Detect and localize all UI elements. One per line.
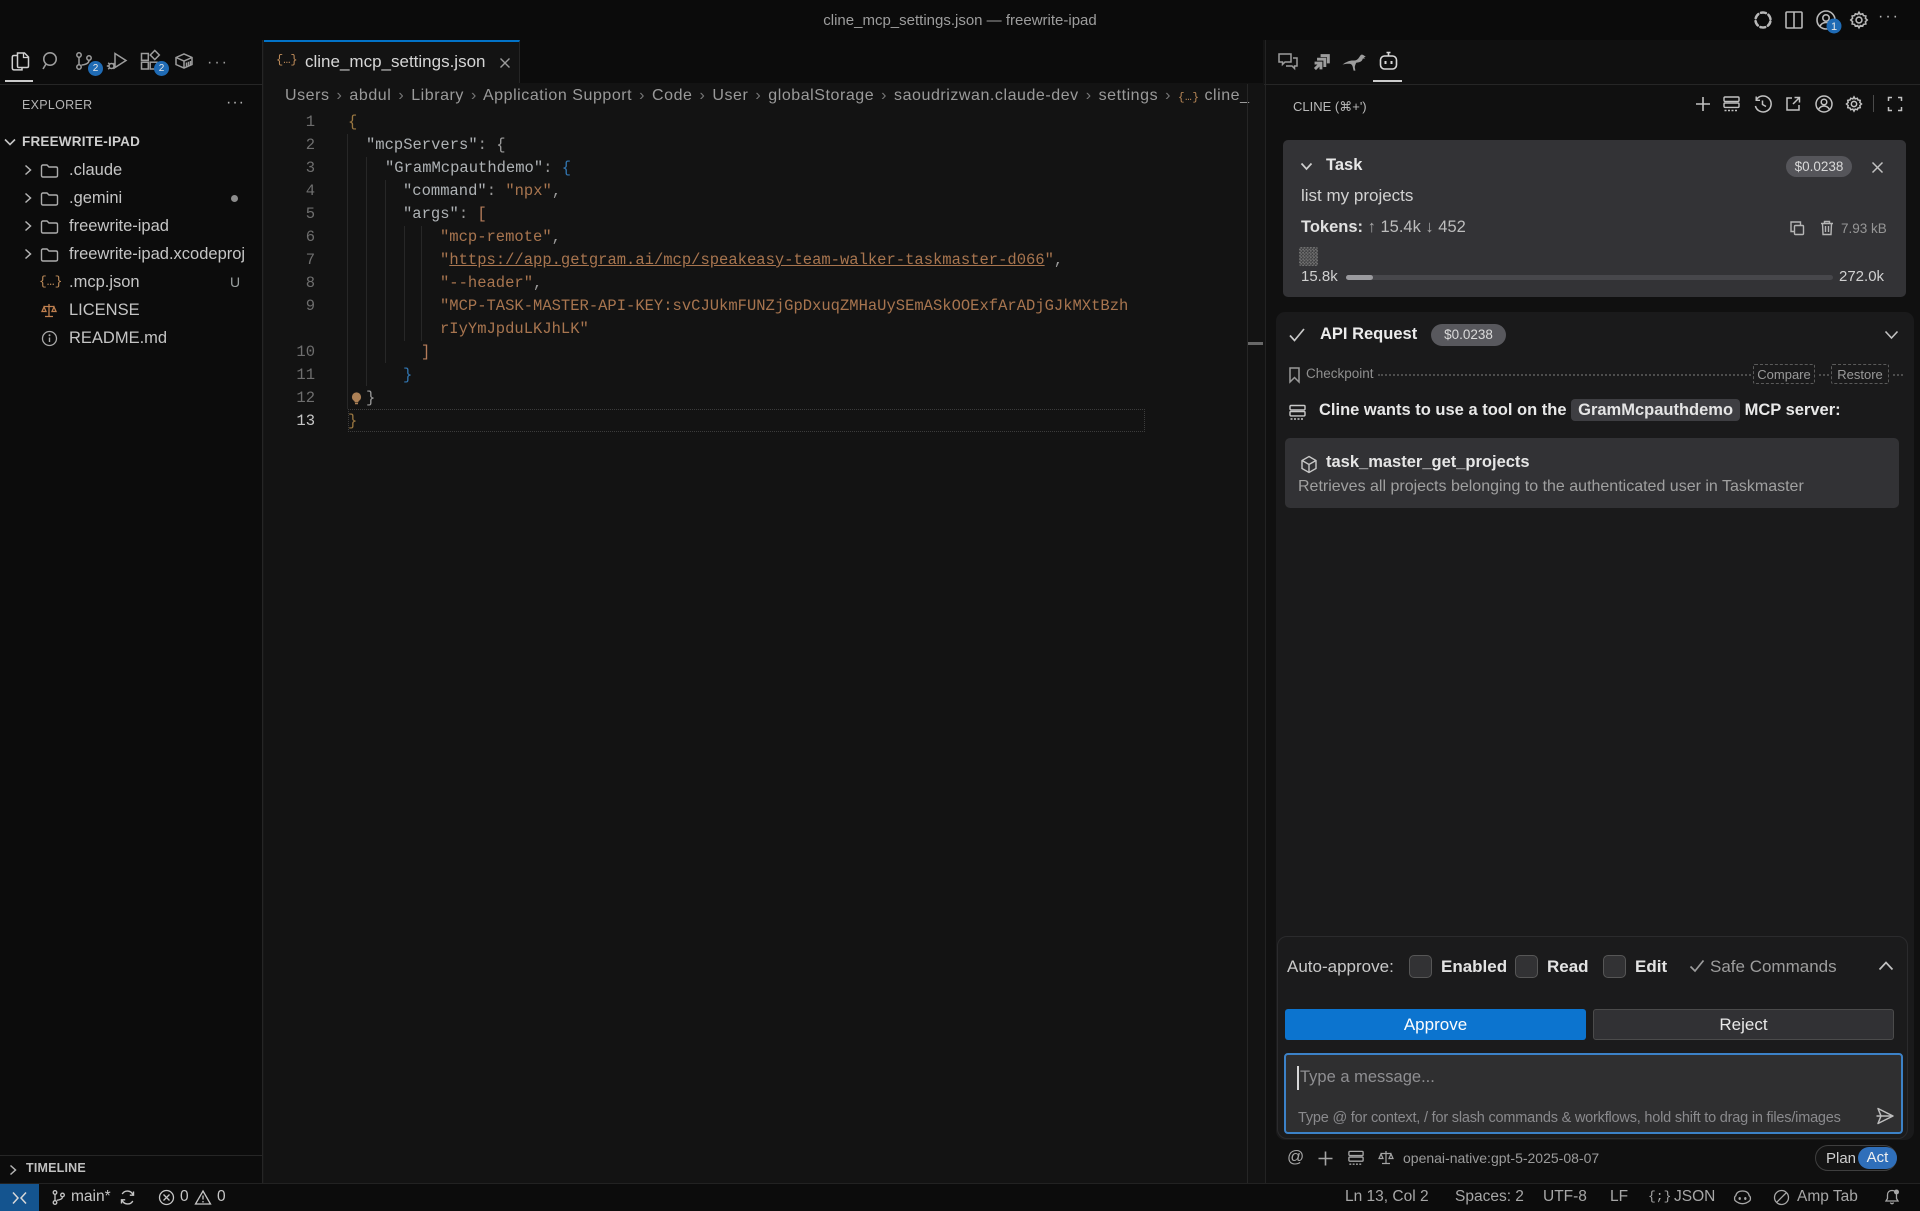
svg-text:1: 1 — [1831, 21, 1837, 33]
